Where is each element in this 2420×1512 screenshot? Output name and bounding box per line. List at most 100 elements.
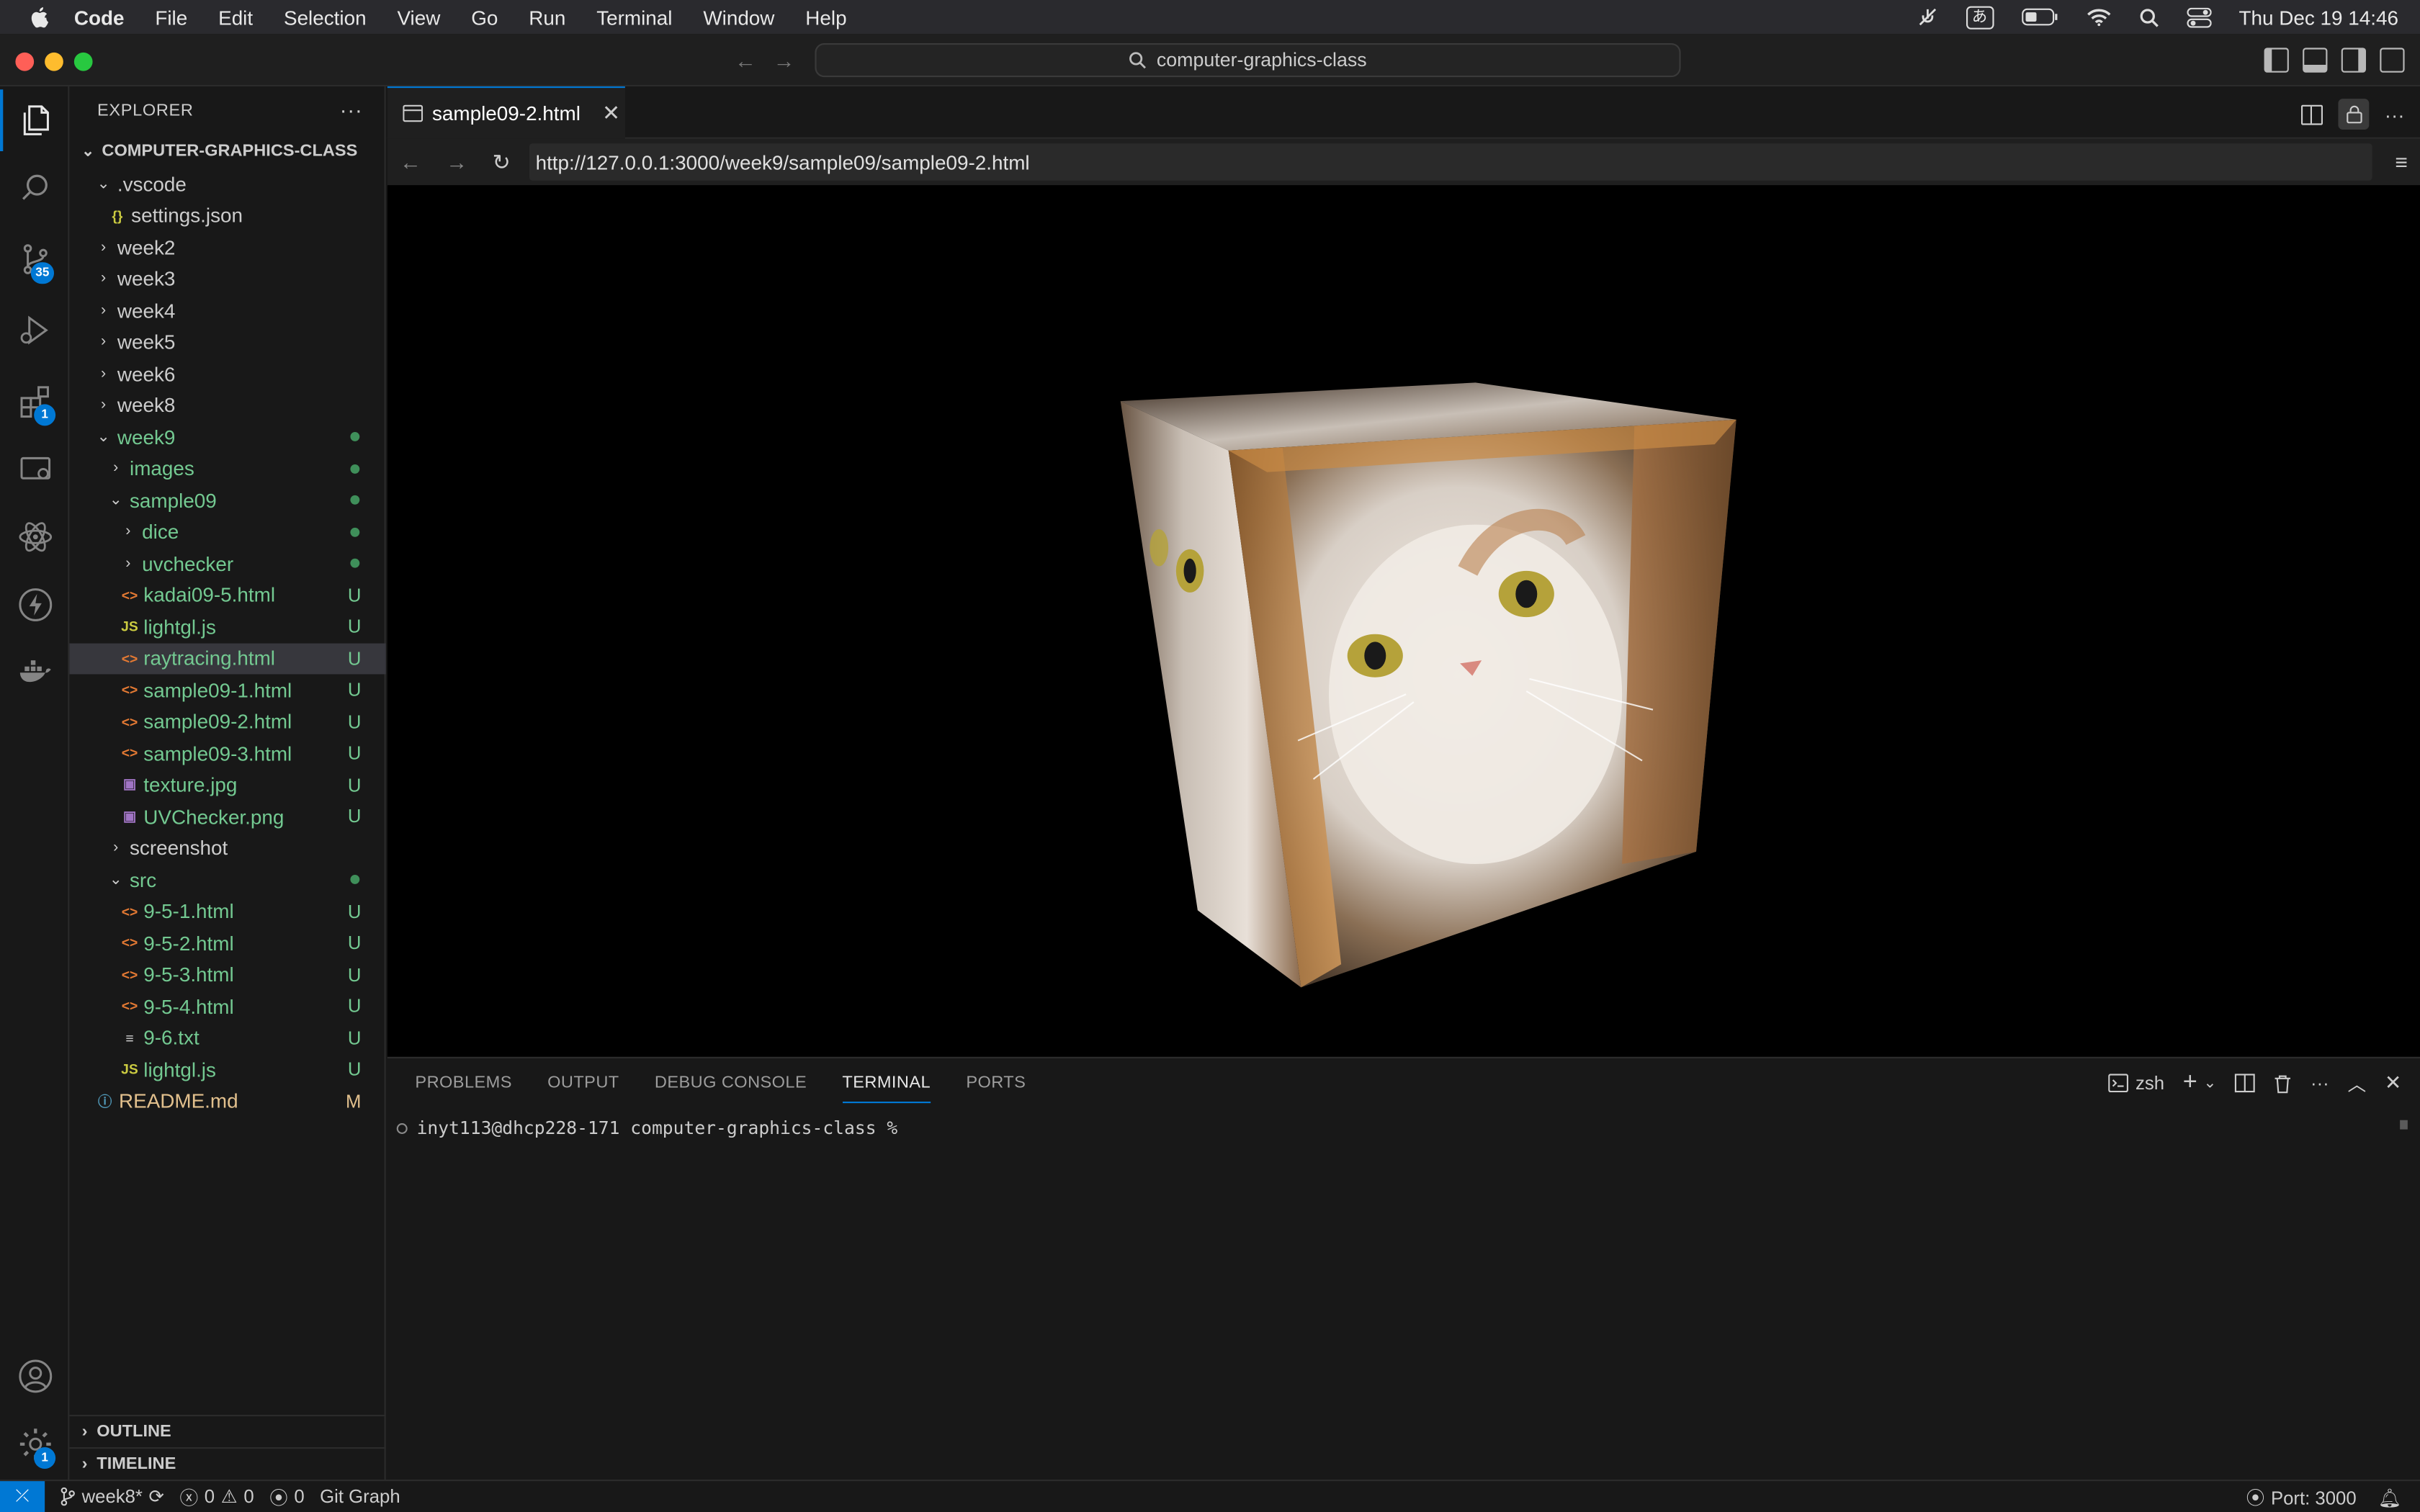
new-terminal-icon[interactable]: + — [2183, 1069, 2197, 1097]
tree-item[interactable]: › screenshot — [69, 832, 385, 864]
notifications-bell-icon[interactable]: 🔔︎ — [2378, 1487, 2402, 1508]
control-center-icon[interactable] — [2186, 6, 2211, 27]
tab-terminal[interactable]: TERMINAL — [842, 1058, 931, 1108]
source-control-icon[interactable]: 35 — [0, 228, 69, 290]
window-minimize-button[interactable] — [45, 52, 63, 71]
git-graph-button[interactable]: Git Graph — [320, 1486, 400, 1508]
menu-view[interactable]: View — [397, 6, 440, 29]
tree-item[interactable]: <> 9-5-3.html U — [69, 959, 385, 991]
tree-item[interactable]: <> 9-5-2.html U — [69, 927, 385, 959]
tree-item[interactable]: <> sample09-1.html U — [69, 674, 385, 706]
manage-gear-icon[interactable]: 1 — [0, 1413, 69, 1475]
webgl-preview[interactable] — [387, 185, 2420, 1057]
tree-item[interactable]: <> kadai09-5.html U — [69, 580, 385, 611]
tree-item[interactable]: › week3 — [69, 263, 385, 294]
menu-go[interactable]: Go — [471, 6, 498, 29]
menu-selection[interactable]: Selection — [284, 6, 367, 29]
menu-terminal[interactable]: Terminal — [596, 6, 672, 29]
tree-item[interactable]: ⌄ src — [69, 864, 385, 896]
tab-output[interactable]: OUTPUT — [547, 1058, 619, 1108]
menu-run[interactable]: Run — [529, 6, 565, 29]
battery-icon[interactable] — [2021, 8, 2058, 27]
tree-item[interactable]: {} settings.json — [69, 200, 385, 232]
timeline-section[interactable]: › TIMELINE — [69, 1446, 386, 1480]
menubar-clock[interactable]: Thu Dec 19 14:46 — [2239, 6, 2398, 29]
tree-item[interactable]: ▣ UVChecker.png U — [69, 801, 385, 832]
explorer-icon[interactable] — [0, 89, 69, 151]
menu-app[interactable]: Code — [74, 6, 125, 29]
back-arrow-icon[interactable]: ← — [733, 48, 758, 72]
tree-item[interactable]: › week8 — [69, 390, 385, 421]
problems-status[interactable]: ⓧ 0 ⚠ 0 — [179, 1483, 254, 1509]
lightning-icon[interactable] — [0, 574, 69, 636]
tree-item[interactable]: ⓘ README.md M — [69, 1086, 385, 1117]
tree-item[interactable]: ⌄ week9 — [69, 421, 385, 453]
branch-status[interactable]: week8* ⟳ — [60, 1486, 164, 1508]
remote-indicator-icon[interactable]: ⤫ — [0, 1480, 45, 1512]
customize-layout-icon[interactable] — [2380, 48, 2405, 73]
tree-item[interactable]: › week5 — [69, 326, 385, 358]
browser-back-icon[interactable]: ← — [400, 150, 421, 174]
accounts-icon[interactable] — [0, 1346, 69, 1408]
url-input[interactable]: http://127.0.0.1:3000/week9/sample09/sam… — [529, 143, 2372, 181]
tab-sample09-2[interactable]: sample09-2.html ✕ — [387, 86, 625, 139]
browser-forward-icon[interactable]: → — [446, 150, 467, 174]
chevron-down-icon[interactable]: ⌄ — [2203, 1075, 2216, 1092]
trash-icon[interactable] — [2274, 1073, 2293, 1093]
more-actions-icon[interactable]: ··· — [2385, 103, 2405, 126]
menu-lines-icon[interactable]: ≡ — [2395, 150, 2408, 174]
menu-file[interactable]: File — [155, 6, 187, 29]
reload-icon[interactable]: ↻ — [493, 150, 511, 176]
tree-item[interactable]: <> sample09-2.html U — [69, 706, 385, 737]
tree-item[interactable]: ▣ texture.jpg U — [69, 769, 385, 801]
maximize-panel-icon[interactable]: ︿ — [2347, 1070, 2366, 1096]
workspace-root[interactable]: ⌄ COMPUTER-GRAPHICS-CLASS — [69, 136, 385, 168]
ports-status[interactable]: ⦿ 0 — [269, 1483, 305, 1509]
input-method-icon[interactable]: あ — [1966, 5, 1994, 29]
menu-window[interactable]: Window — [703, 6, 774, 29]
terminal-scrollbar[interactable] — [2400, 1120, 2408, 1130]
window-close-button[interactable] — [15, 52, 35, 71]
toggle-secondary-sidebar-icon[interactable] — [2341, 48, 2366, 73]
menu-edit[interactable]: Edit — [218, 6, 253, 29]
search-icon[interactable] — [0, 158, 69, 220]
menu-help[interactable]: Help — [805, 6, 846, 29]
spotlight-icon[interactable] — [2138, 7, 2159, 27]
tree-item[interactable]: › week6 — [69, 358, 385, 390]
window-maximize-button[interactable] — [73, 52, 93, 71]
terminal-shell-selector[interactable]: zsh — [2107, 1072, 2164, 1094]
tab-ports[interactable]: PORTS — [966, 1058, 1026, 1108]
tree-item[interactable]: › week4 — [69, 294, 385, 326]
tree-item[interactable]: <> raytracing.html U — [69, 642, 386, 675]
close-panel-icon[interactable]: ✕ — [2385, 1071, 2401, 1095]
react-icon[interactable] — [0, 506, 69, 568]
tree-item[interactable]: <> sample09-3.html U — [69, 737, 385, 769]
split-editor-icon[interactable] — [2301, 104, 2323, 125]
tree-item[interactable]: ⌄ .vscode — [69, 168, 385, 200]
apple-icon[interactable] — [28, 4, 53, 29]
tree-item[interactable]: JS lightgl.js U — [69, 611, 385, 643]
tree-item[interactable]: ⌄ sample09 — [69, 485, 385, 516]
tab-debug-console[interactable]: DEBUG CONSOLE — [655, 1058, 807, 1108]
remote-explorer-icon[interactable] — [0, 438, 69, 500]
outline-section[interactable]: › OUTLINE — [69, 1414, 386, 1447]
live-server-port[interactable]: ⦿ Port: 3000 — [2246, 1484, 2357, 1510]
wifi-icon[interactable] — [2086, 8, 2110, 27]
tree-item[interactable]: <> 9-5-4.html U — [69, 991, 385, 1022]
tree-item[interactable]: › uvchecker — [69, 548, 385, 580]
tree-item[interactable]: › images — [69, 453, 385, 485]
mic-off-icon[interactable] — [1917, 6, 1938, 28]
forward-arrow-icon[interactable]: → — [771, 48, 796, 72]
command-center-search[interactable]: computer-graphics-class — [815, 43, 1681, 78]
extensions-icon[interactable]: 1 — [0, 370, 69, 432]
docker-icon[interactable] — [0, 642, 69, 703]
tree-item[interactable]: ≡ 9-6.txt U — [69, 1022, 385, 1054]
run-debug-icon[interactable] — [0, 300, 69, 361]
tree-item[interactable]: › week2 — [69, 231, 385, 263]
tab-problems[interactable]: PROBLEMS — [415, 1058, 511, 1108]
more-actions-icon[interactable]: ··· — [340, 97, 363, 122]
split-terminal-icon[interactable] — [2235, 1074, 2255, 1093]
tree-item[interactable]: › dice — [69, 516, 385, 548]
toggle-panel-icon[interactable] — [2303, 48, 2328, 73]
close-tab-icon[interactable]: ✕ — [602, 100, 620, 126]
